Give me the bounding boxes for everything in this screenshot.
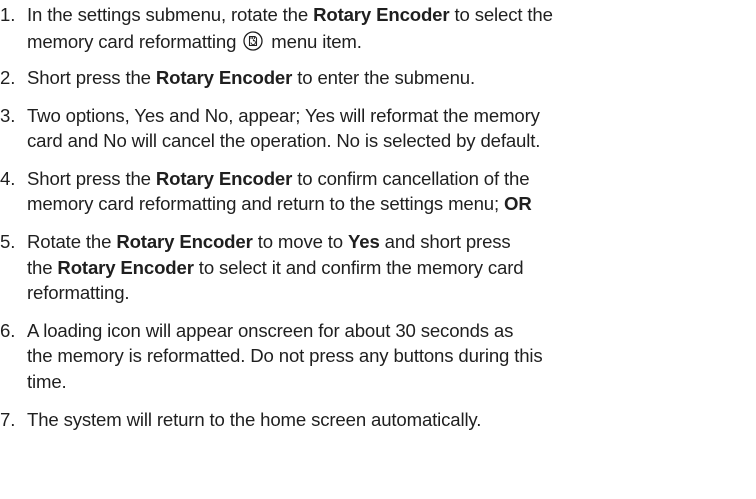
step-text: The system will return to the home scree… [27, 409, 482, 430]
step-text: and short press [379, 231, 511, 252]
step-text: card and No will cancel the operation. N… [27, 130, 541, 151]
yes-term: Yes [348, 231, 380, 252]
step-text: memory card reformatting and return to t… [27, 193, 505, 214]
step-number: 3. [0, 105, 16, 126]
step-text: menu item. [266, 31, 362, 52]
step-text: to select the [449, 4, 553, 25]
rotary-encoder-term: Rotary Encoder [313, 4, 450, 25]
step-text: to confirm cancellation of the [292, 168, 530, 189]
memory-card-format-icon [243, 31, 263, 51]
step-number: 4. [0, 168, 16, 189]
step-number: 7. [0, 409, 16, 430]
step-number: 1. [0, 4, 16, 25]
step-number: 5. [0, 231, 16, 252]
step-text: the memory is reformatted. Do not press … [27, 345, 543, 366]
step-text: memory card reformatting [27, 31, 242, 52]
step-text: A loading icon will appear onscreen for … [27, 320, 514, 341]
step-text: In the settings submenu, rotate the [27, 4, 314, 25]
step-text: to move to [252, 231, 349, 252]
step-text: to select it and confirm the memory card [193, 257, 524, 278]
step-number: 2. [0, 67, 16, 88]
step-text: the [27, 257, 58, 278]
rotary-encoder-term: Rotary Encoder [57, 257, 194, 278]
step-text: reformatting. [27, 282, 130, 303]
step-text: time. [27, 371, 67, 392]
rotary-encoder-term: Rotary Encoder [116, 231, 253, 252]
step-text: Short press the [27, 168, 156, 189]
step-text: Short press the [27, 67, 156, 88]
rotary-encoder-term: Rotary Encoder [155, 67, 293, 88]
instruction-list: 1. In the settings submenu, rotate the R… [0, 0, 756, 499]
step-text: Rotate the [27, 231, 117, 252]
rotary-encoder-term: Rotary Encoder [155, 168, 293, 189]
step-number: 6. [0, 320, 16, 341]
step-text: Two options, Yes and No, appear; Yes wil… [27, 105, 540, 126]
step-text: to enter the submenu. [292, 67, 475, 88]
or-term: OR [504, 193, 532, 214]
